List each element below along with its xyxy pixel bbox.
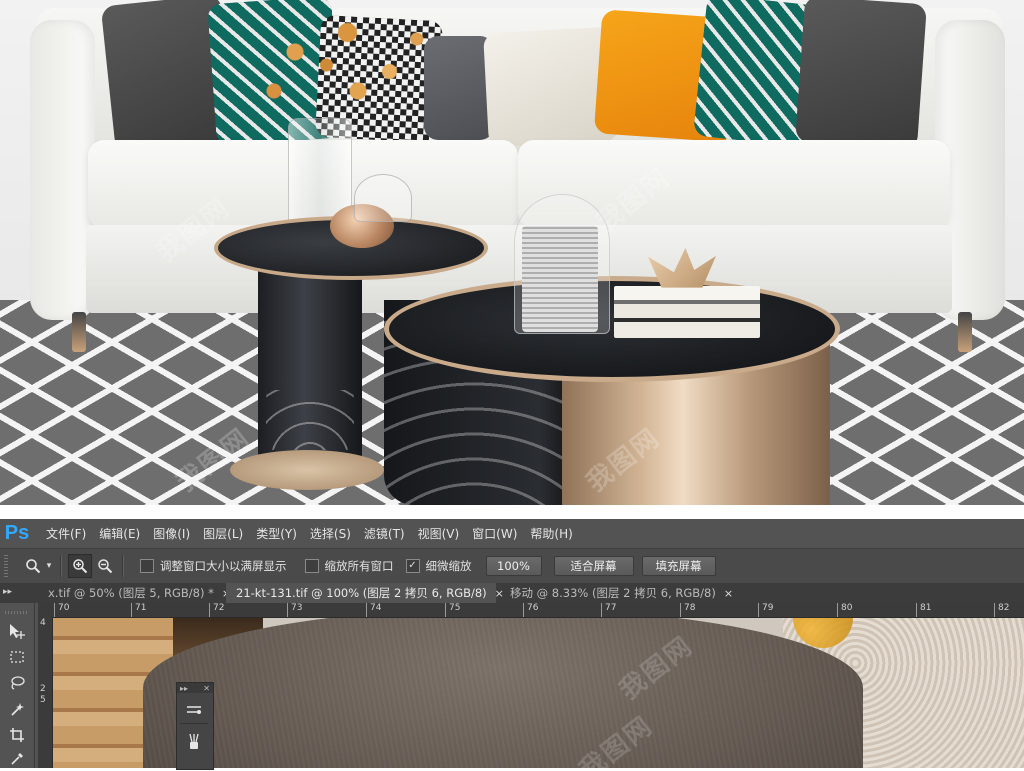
scrubby-zoom-checkbox[interactable]: ✓ <box>405 559 420 573</box>
tab-document[interactable]: 移动 @ 8.33% (图层 2 拷贝 6, RGB/8) × <box>500 583 740 603</box>
menu-bar: Ps 文件(F) 编辑(E) 图像(I) 图层(L) 类型(Y) 选择(S) 滤… <box>0 519 1024 548</box>
ruler-label: 5 <box>40 695 46 705</box>
ruler-tick: 75 <box>445 603 460 617</box>
zoom-all-windows-label: 缩放所有窗口 <box>324 559 394 573</box>
resize-windows-label: 调整窗口大小以满屏显示 <box>160 559 287 573</box>
fit-screen-button[interactable]: 适合屏幕 <box>553 556 634 576</box>
magic-wand-icon[interactable] <box>5 697 29 721</box>
ruler-tick: 71 <box>131 603 146 617</box>
marquee-tool-icon[interactable] <box>5 645 29 669</box>
menu-view[interactable]: 视图(V) <box>418 525 460 542</box>
glass-dome-tall <box>514 194 610 334</box>
ruler-tick: 76 <box>523 603 538 617</box>
ruler-label: 2 <box>40 684 46 694</box>
zoom-in-icon[interactable] <box>68 554 92 578</box>
menu-layer[interactable]: 图层(L) <box>203 525 243 542</box>
brush-settings-icon[interactable] <box>180 728 208 754</box>
chevron-down-icon[interactable]: ▾ <box>44 555 54 577</box>
zoom-out-icon[interactable] <box>94 555 116 577</box>
ruler-tick: 80 <box>837 603 852 617</box>
options-bar: ▾ 调整窗口大小以满屏显示 缩放所有窗口 ✓ 细微缩放 100% 适合屏幕 填充… <box>0 548 1024 584</box>
ruler-tick: 73 <box>287 603 302 617</box>
horizontal-ruler: 70 71 72 73 74 75 76 77 78 79 80 81 82 <box>52 603 1024 618</box>
document-tab-strip: ▸▸ x.tif @ 50% (图层 5, RGB/8) * × 21-kt-1… <box>0 583 1024 603</box>
zoom-tool-preset-icon[interactable] <box>22 555 44 577</box>
tab-label: 21-kt-131.tif @ 100% (图层 2 拷贝 6, RGB/8) <box>236 586 487 600</box>
ruler-label: 4 <box>40 618 46 628</box>
move-tool-icon[interactable] <box>5 619 29 643</box>
ruler-tick: 78 <box>680 603 695 617</box>
menu-file[interactable]: 文件(F) <box>46 525 86 542</box>
ruler-tick: 77 <box>601 603 616 617</box>
ruler-corner <box>38 603 52 617</box>
canvas-stool-top <box>143 618 863 768</box>
ruler-tick: 79 <box>758 603 773 617</box>
tab-document[interactable]: x.tif @ 50% (图层 5, RGB/8) * × <box>38 583 231 603</box>
divider <box>122 555 124 577</box>
menu-type[interactable]: 类型(Y) <box>256 525 297 542</box>
side-table-base <box>230 450 384 490</box>
divider <box>60 555 62 577</box>
menu-help[interactable]: 帮助(H) <box>530 525 572 542</box>
tab-label: x.tif @ 50% (图层 5, RGB/8) * <box>48 586 214 600</box>
floating-tool-panel: ▸▸ ✕ <box>176 682 214 770</box>
photoshop-window: Ps 文件(F) 编辑(E) 图像(I) 图层(L) 类型(Y) 选择(S) 滤… <box>0 519 1024 770</box>
sofa-leg <box>958 312 972 352</box>
panel-header: ▸▸ ✕ <box>177 683 213 693</box>
menu-edit[interactable]: 编辑(E) <box>99 525 140 542</box>
collapse-panels-icon[interactable]: ▸▸ <box>3 587 12 597</box>
book-stack <box>614 286 760 338</box>
menu-filter[interactable]: 滤镜(T) <box>364 525 405 542</box>
brush-presets-icon[interactable] <box>180 697 208 724</box>
close-icon[interactable]: × <box>724 587 733 600</box>
lasso-tool-icon[interactable] <box>5 671 29 695</box>
panel-grip[interactable] <box>5 611 27 614</box>
ruler-tick: 70 <box>54 603 69 617</box>
zoom-100-button[interactable]: 100% <box>485 556 542 576</box>
ruler-tick: 82 <box>994 603 1009 617</box>
scrubby-zoom-label: 细微缩放 <box>425 559 472 573</box>
glass-dome-small <box>354 174 412 222</box>
coffee-table-top <box>384 276 840 382</box>
resize-windows-checkbox[interactable] <box>140 559 154 573</box>
photoshop-logo: Ps <box>4 522 30 544</box>
menu-select[interactable]: 选择(S) <box>310 525 351 542</box>
dried-flowers <box>232 0 442 130</box>
fill-screen-button[interactable]: 填充屏幕 <box>641 556 716 576</box>
tab-label: 移动 @ 8.33% (图层 2 拷贝 6, RGB/8) <box>510 586 716 600</box>
ruler-tick: 72 <box>209 603 224 617</box>
tools-panel <box>0 603 35 768</box>
interior-photo: 我图网 我图网 我图网 我图网 <box>0 0 1024 505</box>
options-grip[interactable] <box>4 555 8 577</box>
collapse-icon[interactable]: ▸▸ <box>180 684 188 693</box>
eyedropper-icon[interactable] <box>5 747 29 771</box>
close-icon[interactable]: ✕ <box>203 684 210 693</box>
menu-image[interactable]: 图像(I) <box>153 525 190 542</box>
tab-document-active[interactable]: 21-kt-131.tif @ 100% (图层 2 拷贝 6, RGB/8) … <box>226 583 504 603</box>
crop-tool-icon[interactable] <box>5 723 29 747</box>
ruler-tick: 74 <box>366 603 381 617</box>
ruler-tick: 81 <box>916 603 931 617</box>
sofa-leg <box>72 312 86 352</box>
vertical-ruler: 4 2 5 <box>38 617 53 768</box>
zoom-all-windows-checkbox[interactable] <box>304 559 319 573</box>
menu-window[interactable]: 窗口(W) <box>472 525 517 542</box>
pillow <box>795 0 927 151</box>
